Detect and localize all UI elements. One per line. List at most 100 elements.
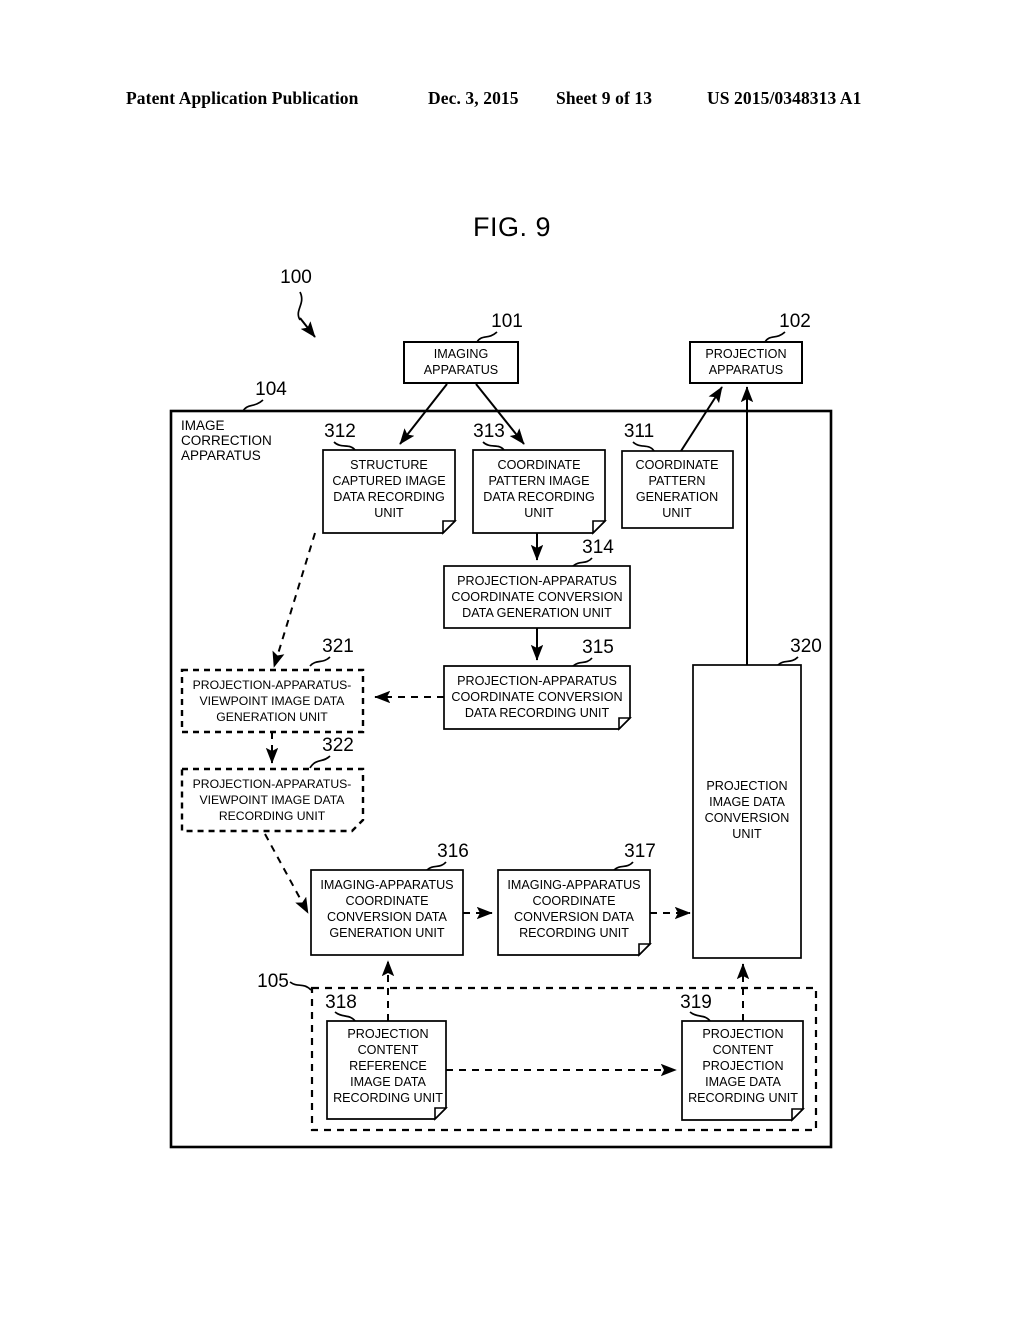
ref-322: 322 (322, 735, 354, 756)
arrow-311-to-projection (680, 386, 723, 452)
block-316-line-1: IMAGING-APPARATUS (320, 878, 453, 892)
block-318-line-4: IMAGE DATA (350, 1075, 426, 1089)
block-312-line-2: CAPTURED IMAGE (332, 474, 445, 488)
block-320-line-3: CONVERSION (705, 811, 790, 825)
fold-319 (791, 1108, 805, 1122)
block-320-line-4: UNIT (732, 827, 762, 841)
block-322-line-2: VIEWPOINT IMAGE DATA (200, 793, 346, 807)
ref-320: 320 (790, 636, 822, 657)
block-311-line-4: UNIT (662, 506, 692, 520)
block-312-line-3: DATA RECORDING (333, 490, 445, 504)
imaging-apparatus-line-1: IMAGING (434, 347, 489, 361)
leader-314 (572, 557, 593, 567)
fold-317 (638, 943, 652, 957)
block-314-line-2: COORDINATE CONVERSION (451, 590, 622, 604)
block-317-line-4: RECORDING UNIT (519, 926, 629, 940)
leader-317 (613, 861, 634, 871)
block-319-line-4: IMAGE DATA (705, 1075, 781, 1089)
block-320-line-1: PROJECTION (706, 779, 787, 793)
block-314-line-3: DATA GENERATION UNIT (462, 606, 612, 620)
block-312-line-4: UNIT (374, 506, 404, 520)
block-319-line-1: PROJECTION (702, 1027, 783, 1041)
block-313-line-4: UNIT (524, 506, 554, 520)
leader-321 (309, 656, 331, 667)
block-316-line-2: COORDINATE (345, 894, 428, 908)
leader-100 (297, 291, 303, 321)
block-317-line-3: CONVERSION DATA (514, 910, 634, 924)
leader-104 (242, 399, 264, 412)
block-318-line-5: RECORDING UNIT (333, 1091, 443, 1105)
ref-316: 316 (437, 841, 469, 862)
projection-apparatus-line-2: APPARATUS (709, 363, 783, 377)
ref-311: 311 (624, 421, 654, 442)
ref-314: 314 (582, 537, 614, 558)
leader-319 (689, 1011, 711, 1022)
fold-313 (592, 520, 607, 535)
image-correction-apparatus-line-1: IMAGE (181, 418, 225, 433)
arrow-imaging-to-312 (399, 383, 448, 445)
fold-312 (442, 520, 457, 535)
block-319-line-5: RECORDING UNIT (688, 1091, 798, 1105)
arrow-100 (299, 317, 316, 338)
block-315-line-2: COORDINATE CONVERSION (451, 690, 622, 704)
ref-102: 102 (779, 311, 811, 332)
ref-317: 317 (624, 841, 656, 862)
leader-316 (426, 861, 447, 871)
ref-104: 104 (255, 379, 287, 400)
leader-312 (333, 441, 356, 451)
block-321-line-2: VIEWPOINT IMAGE DATA (200, 694, 346, 708)
block-312-line-1: STRUCTURE (350, 458, 428, 472)
ref-101: 101 (491, 311, 523, 332)
image-correction-apparatus-line-3: APPARATUS (181, 448, 261, 463)
leader-101 (476, 331, 498, 343)
ref-315: 315 (582, 637, 614, 658)
ref-321: 321 (322, 636, 354, 657)
imaging-apparatus-line-2: APPARATUS (424, 363, 498, 377)
fold-318 (434, 1107, 448, 1121)
block-315-line-1: PROJECTION-APPARATUS (457, 674, 617, 688)
block-319-line-2: CONTENT (713, 1043, 774, 1057)
projection-apparatus-line-1: PROJECTION (705, 347, 786, 361)
block-322-line-3: RECORDING UNIT (219, 809, 326, 823)
leader-315 (572, 657, 593, 667)
block-311-line-3: GENERATION (636, 490, 718, 504)
leader-320 (777, 656, 799, 666)
leader-318 (334, 1011, 356, 1022)
ref-319: 319 (680, 992, 712, 1013)
ref-100: 100 (280, 267, 312, 288)
block-diagram: 100 101 IMAGING APPARATUS 102 PROJECTION… (169, 267, 833, 1149)
leader-105 (289, 981, 312, 991)
leader-102 (764, 331, 786, 343)
block-313-line-3: DATA RECORDING (483, 490, 595, 504)
block-318-line-1: PROJECTION (347, 1027, 428, 1041)
block-316-line-3: CONVERSION DATA (327, 910, 447, 924)
block-318-line-2: CONTENT (358, 1043, 419, 1057)
patent-figure-page: Patent Application Publication Dec. 3, 2… (0, 0, 1024, 1320)
block-316-line-4: GENERATION UNIT (329, 926, 445, 940)
fold-315 (618, 717, 632, 731)
block-315-line-3: DATA RECORDING UNIT (465, 706, 610, 720)
arrow-322-to-316 (264, 833, 309, 914)
block-318-line-3: REFERENCE (349, 1059, 427, 1073)
leader-322 (309, 755, 331, 769)
block-322-line-1: PROJECTION-APPARATUS- (193, 777, 352, 791)
block-319-line-3: PROJECTION (702, 1059, 783, 1073)
arrow-312-to-321 (272, 532, 316, 668)
block-314-line-1: PROJECTION-APPARATUS (457, 574, 617, 588)
leader-311 (632, 441, 655, 452)
block-317-line-1: IMAGING-APPARATUS (507, 878, 640, 892)
block-311-line-1: COORDINATE (635, 458, 718, 472)
block-313-line-2: PATTERN IMAGE (489, 474, 590, 488)
ref-312: 312 (324, 421, 356, 442)
block-321-line-3: GENERATION UNIT (216, 710, 328, 724)
block-317-line-2: COORDINATE (532, 894, 615, 908)
ref-105: 105 (257, 971, 289, 992)
block-320-line-2: IMAGE DATA (709, 795, 785, 809)
ref-313: 313 (473, 421, 505, 442)
leader-313 (482, 441, 505, 451)
block-321-line-1: PROJECTION-APPARATUS- (193, 678, 352, 692)
block-313-line-1: COORDINATE (497, 458, 580, 472)
block-311-line-2: PATTERN (649, 474, 706, 488)
ref-318: 318 (325, 992, 357, 1013)
image-correction-apparatus-line-2: CORRECTION (181, 433, 272, 448)
